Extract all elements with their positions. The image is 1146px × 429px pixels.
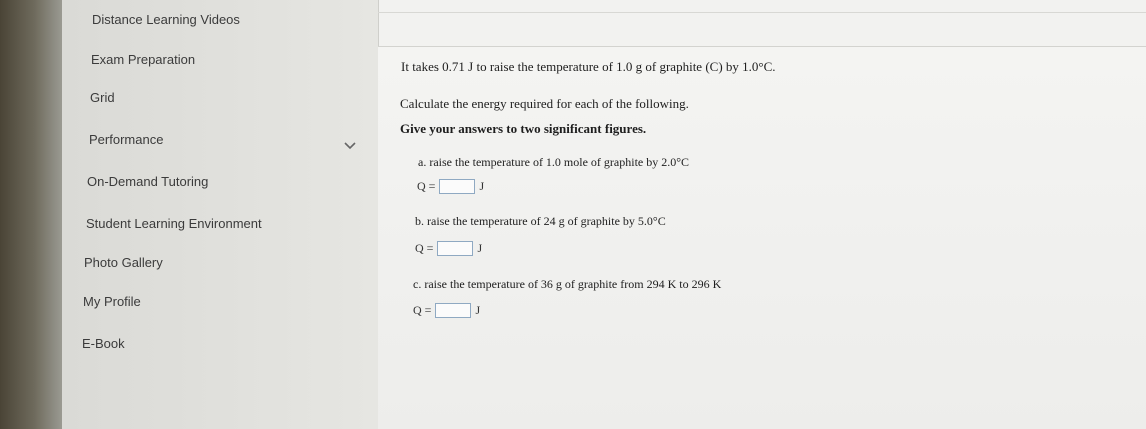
- q-label: Q =: [417, 179, 436, 193]
- sidebar-item-student-learning-environment[interactable]: Student Learning Environment: [86, 216, 262, 231]
- unit-label: J: [475, 303, 481, 317]
- chevron-down-icon[interactable]: [342, 138, 358, 154]
- unit-label: J: [479, 179, 485, 193]
- divider: [378, 12, 1146, 13]
- part-c-answer-input[interactable]: [435, 303, 472, 318]
- sidebar-item-exam-preparation[interactable]: Exam Preparation: [91, 52, 195, 67]
- screen-bezel: [0, 0, 62, 429]
- part-a-text: a. raise the temperature of 1.0 mole of …: [418, 155, 690, 169]
- part-c-answer-row: Q = J: [413, 303, 480, 318]
- q-label: Q =: [415, 241, 434, 255]
- sidebar-item-distance-learning-videos[interactable]: Distance Learning Videos: [92, 12, 240, 27]
- part-b-answer-input[interactable]: [437, 241, 474, 256]
- part-b-answer-row: Q = J: [415, 241, 482, 256]
- question-instruction: Calculate the energy required for each o…: [400, 96, 689, 111]
- sidebar-nav: Distance Learning Videos Exam Preparatio…: [62, 0, 379, 429]
- sidebar-item-grid[interactable]: Grid: [90, 90, 115, 105]
- question-panel: It takes 0.71 J to raise the temperature…: [378, 47, 1146, 429]
- part-a-answer-row: Q = J: [417, 179, 484, 194]
- q-label: Q =: [413, 303, 432, 317]
- sidebar-item-on-demand-tutoring[interactable]: On-Demand Tutoring: [87, 174, 208, 189]
- unit-label: J: [477, 241, 483, 255]
- sidebar-item-photo-gallery[interactable]: Photo Gallery: [84, 255, 163, 270]
- part-a-answer-input[interactable]: [439, 179, 476, 194]
- part-c-text: c. raise the temperature of 36 g of grap…: [413, 277, 722, 291]
- part-b-text: b. raise the temperature of 24 g of grap…: [415, 214, 666, 228]
- question-intro: It takes 0.71 J to raise the temperature…: [401, 59, 776, 74]
- sig-figs-instruction: Give your answers to two significant fig…: [400, 121, 647, 136]
- sidebar-item-e-book[interactable]: E-Book: [82, 336, 125, 351]
- sidebar-item-my-profile[interactable]: My Profile: [83, 294, 141, 309]
- sidebar-item-performance[interactable]: Performance: [89, 132, 163, 147]
